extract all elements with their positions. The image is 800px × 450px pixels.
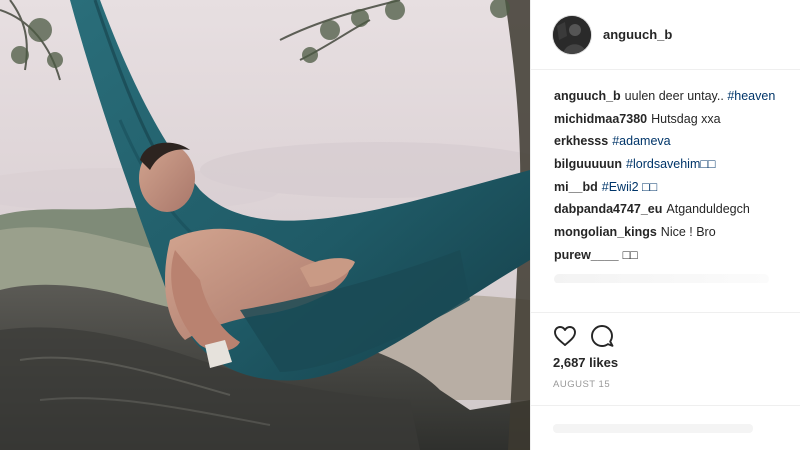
post-username[interactable]: anguuch_b [603, 27, 672, 42]
faded-comment-placeholder [554, 273, 769, 283]
hashtag-link[interactable]: #Ewii2 □□ [602, 180, 657, 194]
post-date: AUGUST 15 [553, 379, 611, 390]
comment-username[interactable]: erkhesss [554, 134, 608, 148]
comment-text: □□ [622, 247, 638, 262]
hashtag-link[interactable]: #heaven [727, 89, 775, 103]
comment-username[interactable]: purew____ [554, 248, 619, 262]
comment-username[interactable]: mi__bd [554, 180, 598, 194]
speech-bubble-icon[interactable] [589, 323, 615, 349]
add-comment-section[interactable] [531, 405, 800, 450]
comment-row: michidmaa7380 Hutsdag xxa [554, 108, 794, 131]
comment-row: erkhesss #adameva [554, 130, 794, 153]
comment-text: Hutsdag xxa [651, 111, 721, 126]
comment-username[interactable]: dabpanda4747_eu [554, 202, 662, 216]
comment-row: anguuch_b uulen deer untay.. #heaven [554, 85, 794, 108]
add-comment-placeholder [553, 424, 753, 433]
truncated-comment-row [554, 267, 794, 283]
comment-username[interactable]: mongolian_kings [554, 225, 657, 239]
avatar[interactable] [553, 16, 591, 54]
comment-row: purew____ □□ [554, 244, 794, 267]
post-header: anguuch_b [531, 0, 800, 70]
comment-username[interactable]: bilguuuuun [554, 157, 622, 171]
comment-row: mi__bd #Ewii2 □□ [554, 176, 794, 199]
comment-row: mongolian_kings Nice ! Bro [554, 221, 794, 244]
comment-text: uulen deer untay.. [624, 89, 724, 103]
post-sidebar: anguuch_b anguuch_b uulen deer untay.. #h… [530, 0, 800, 450]
heart-outline-icon[interactable] [552, 323, 578, 349]
comment-row: bilguuuuun #lordsavehim□□ [554, 153, 794, 176]
hashtag-link[interactable]: #adameva [612, 134, 670, 148]
comment-text: Nice ! Bro [660, 225, 716, 240]
like-count[interactable]: 2,687 likes [553, 355, 618, 370]
comment-list: anguuch_b uulen deer untay.. #heaven michi… [554, 85, 794, 283]
hashtag-link[interactable]: #lordsavehim□□ [626, 157, 715, 171]
comment-username[interactable]: michidmaa7380 [554, 112, 647, 126]
comment-username[interactable]: anguuch_b [554, 89, 621, 103]
comment-text: Atganduldegch [666, 202, 750, 217]
post-photo[interactable] [0, 0, 530, 450]
comment-row: dabpanda4747_eu Atganduldegch [554, 198, 794, 221]
